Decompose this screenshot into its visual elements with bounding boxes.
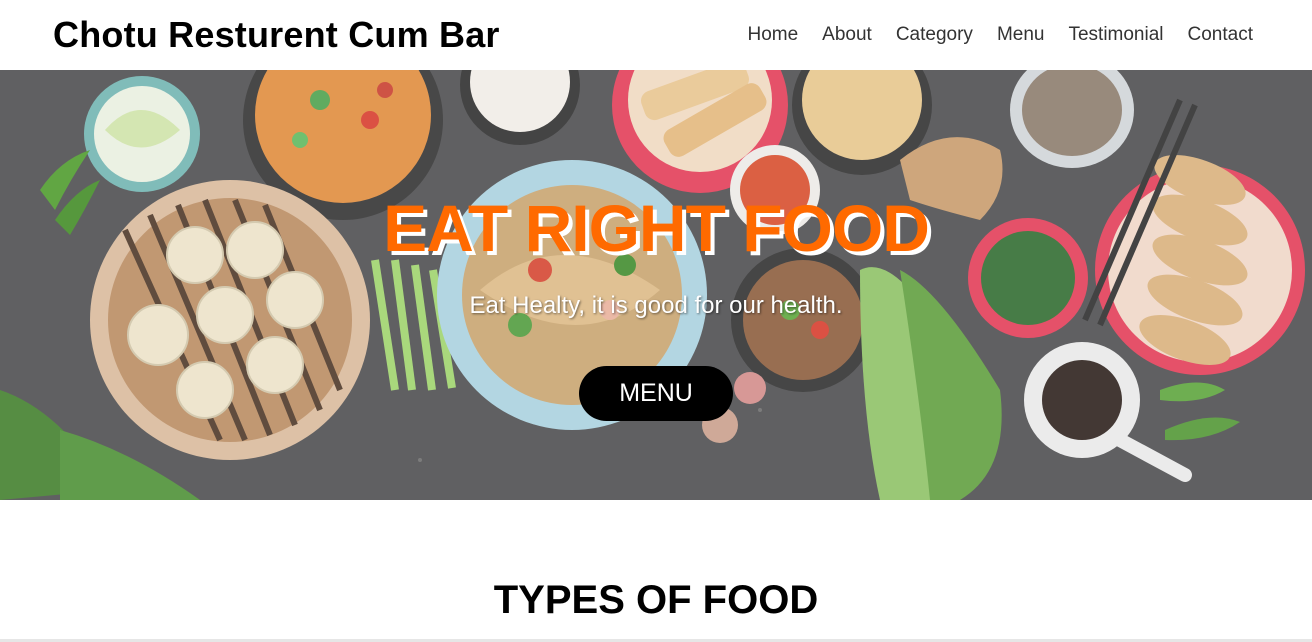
nav-link-contact[interactable]: Contact	[1188, 24, 1253, 46]
nav-link-about[interactable]: About	[822, 24, 872, 46]
hero-content: EAT RIGHT FOOD Eat Healty, it is good fo…	[0, 190, 1312, 421]
menu-button[interactable]: MENU	[579, 366, 733, 421]
nav-link-menu[interactable]: Menu	[997, 24, 1045, 46]
hero-subtitle: Eat Healty, it is good for our health.	[469, 292, 843, 319]
hero-banner: EAT RIGHT FOOD Eat Healty, it is good fo…	[0, 70, 1312, 500]
section-title: TYPES OF FOOD	[493, 578, 819, 622]
hero-title: EAT RIGHT FOOD	[383, 191, 930, 265]
nav-menu: Home About Category Menu Testimonial Con…	[747, 24, 1253, 46]
nav-link-category[interactable]: Category	[896, 24, 973, 46]
nav-link-home[interactable]: Home	[747, 24, 798, 46]
nav-link-testimonial[interactable]: Testimonial	[1068, 24, 1163, 46]
brand-logo[interactable]: Chotu Resturent Cum Bar	[53, 14, 500, 56]
navbar: Chotu Resturent Cum Bar Home About Categ…	[0, 0, 1312, 70]
